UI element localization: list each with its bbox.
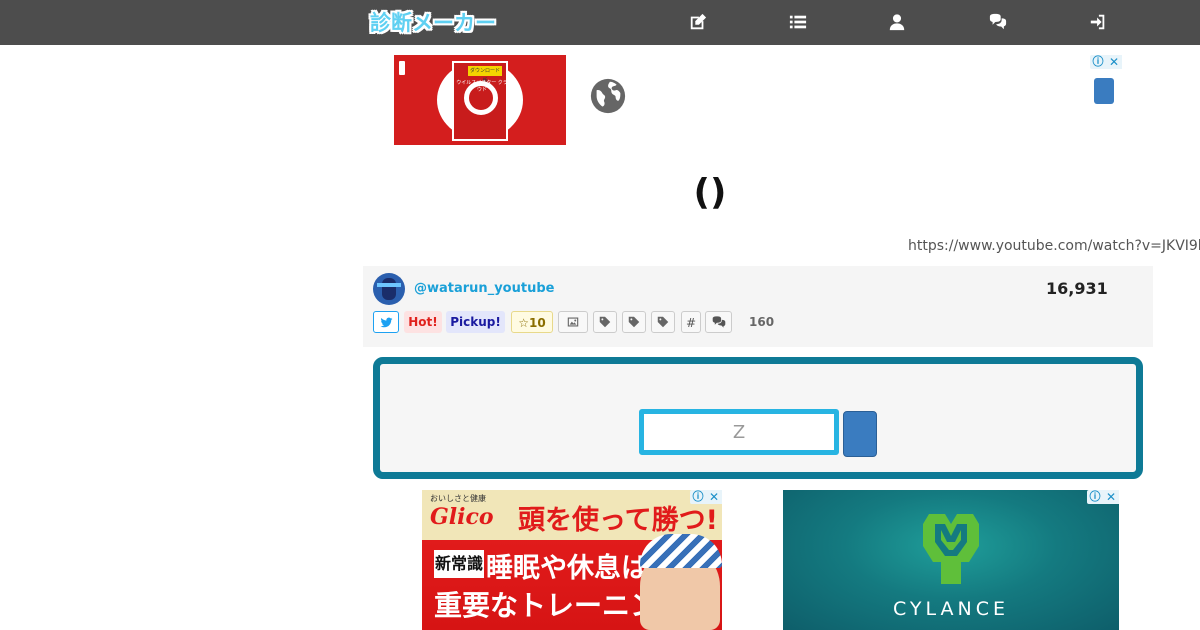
hot-badge[interactable]: Hot! bbox=[404, 311, 442, 333]
glico-tagline: おいしさと健康 bbox=[430, 494, 486, 503]
comments-icon[interactable] bbox=[988, 12, 1008, 32]
glico-headline-1: 頭を使って勝つ! bbox=[518, 505, 718, 536]
ad-info-icon[interactable]: ⓘ bbox=[1090, 55, 1106, 69]
product-logo-icon bbox=[464, 81, 498, 115]
author-avatar[interactable] bbox=[373, 273, 405, 305]
diagnosis-info-panel bbox=[363, 266, 1153, 347]
name-input[interactable] bbox=[639, 409, 839, 455]
comments-icon bbox=[712, 316, 725, 328]
ad-badge bbox=[399, 61, 405, 75]
hashtag-button[interactable]: # bbox=[681, 311, 701, 333]
list-icon[interactable] bbox=[788, 12, 808, 32]
ad-info-icon[interactable]: ⓘ bbox=[1087, 490, 1103, 504]
ad-close-icon[interactable]: ✕ bbox=[706, 490, 722, 504]
tag-button-1[interactable] bbox=[593, 311, 617, 333]
adchoices-cylance[interactable]: ⓘ ✕ bbox=[1087, 490, 1119, 504]
cylance-logo-icon bbox=[923, 514, 979, 584]
image-icon bbox=[567, 317, 579, 327]
diagnose-submit-button[interactable] bbox=[843, 411, 877, 457]
glico-headline-2: 睡眠や休息は bbox=[486, 553, 648, 584]
favorite-button[interactable]: ☆10 bbox=[511, 311, 553, 333]
image-tag-button[interactable] bbox=[558, 311, 588, 333]
adchoices-top[interactable]: ⓘ ✕ bbox=[1090, 55, 1122, 69]
glico-badge: 新常識 bbox=[434, 550, 484, 578]
diagnosis-title: () bbox=[693, 172, 727, 213]
tag-icon bbox=[628, 316, 640, 328]
glico-logo: Glico bbox=[430, 504, 494, 530]
ad-info-icon[interactable]: ⓘ bbox=[690, 490, 706, 504]
globe-icon[interactable] bbox=[589, 77, 627, 115]
cylance-wordmark: CYLANCE bbox=[892, 598, 1010, 620]
glico-ad-banner[interactable]: おいしさと健康 Glico 頭を使って勝つ! 新常識 睡眠や休息は 重要なトレー… bbox=[422, 490, 722, 630]
tag-icon bbox=[599, 316, 611, 328]
favorite-count: 10 bbox=[529, 316, 546, 330]
tag-button-3[interactable] bbox=[651, 311, 675, 333]
ad-close-icon[interactable]: ✕ bbox=[1103, 490, 1119, 504]
comments-button[interactable] bbox=[705, 311, 732, 333]
pickup-badge[interactable]: Pickup! bbox=[446, 311, 505, 333]
twitter-share-button[interactable] bbox=[373, 311, 399, 333]
adchoices-glico[interactable]: ⓘ ✕ bbox=[690, 490, 722, 504]
play-count: 16,931 bbox=[1046, 279, 1108, 298]
login-icon[interactable] bbox=[1088, 12, 1108, 32]
download-tag: ダウンロード版 bbox=[468, 66, 502, 84]
twitter-icon bbox=[380, 317, 392, 328]
youtube-url[interactable]: https://www.youtube.com/watch?v=JKVI9l bbox=[908, 238, 1200, 254]
top-nav-bar: 診断メーカー bbox=[0, 0, 1200, 45]
ad-close-icon[interactable]: ✕ bbox=[1106, 55, 1122, 69]
ad-blue-button[interactable] bbox=[1094, 78, 1114, 104]
user-icon[interactable] bbox=[887, 12, 907, 32]
author-link[interactable]: @watarun_youtube bbox=[414, 281, 554, 296]
comment-count: 160 bbox=[749, 315, 775, 329]
star-icon: ☆ bbox=[518, 316, 530, 330]
tag-button-2[interactable] bbox=[622, 311, 646, 333]
antivirus-ad-banner[interactable]: ダウンロード版 ウイルスバスター クラウド bbox=[394, 55, 566, 145]
cylance-ad-banner[interactable]: CYLANCE bbox=[783, 490, 1119, 630]
tag-icon bbox=[657, 316, 669, 328]
site-logo[interactable]: 診断メーカー bbox=[370, 7, 496, 37]
create-icon[interactable] bbox=[688, 12, 708, 32]
nightcap-graphic bbox=[640, 534, 722, 568]
product-box-graphic: ダウンロード版 ウイルスバスター クラウド bbox=[452, 61, 508, 141]
